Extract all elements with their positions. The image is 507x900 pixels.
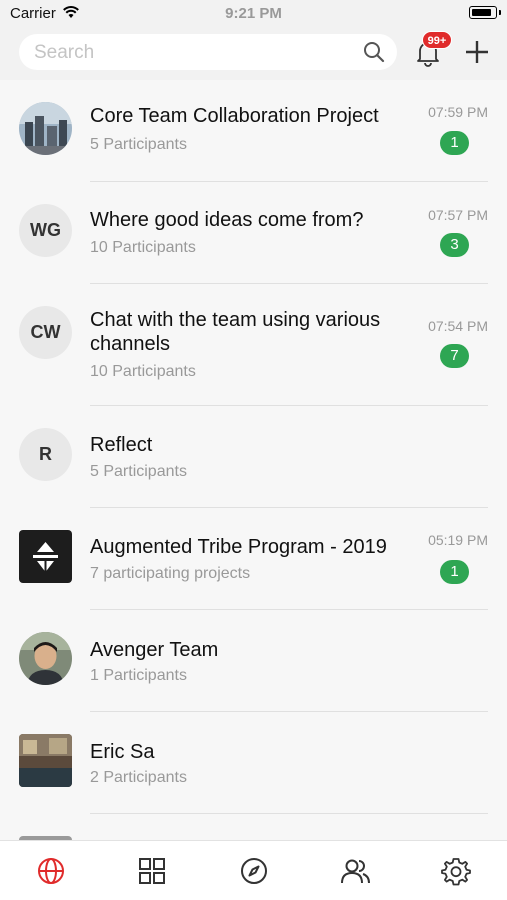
chat-title: Eric Sa bbox=[90, 741, 155, 763]
avatar bbox=[19, 102, 72, 155]
room-photo bbox=[19, 734, 72, 787]
chat-title: Core Team Collaboration Project bbox=[90, 105, 379, 127]
tribe-logo bbox=[19, 530, 72, 583]
chat-row[interactable]: Augmented Tribe Program - 2019 7 partici… bbox=[0, 508, 507, 610]
chat-subtitle: 10 Participants bbox=[90, 239, 196, 256]
search-input[interactable]: Search bbox=[19, 34, 397, 70]
battery-icon bbox=[469, 6, 497, 19]
chat-title: Reflect bbox=[90, 434, 153, 456]
chat-time: 07:59 PM bbox=[428, 104, 488, 120]
chat-row[interactable]: Avenger Team 1 Participants bbox=[0, 610, 507, 712]
avatar: WG bbox=[19, 204, 72, 257]
compass-icon bbox=[241, 858, 267, 884]
chat-subtitle: 1 Participants bbox=[90, 667, 187, 684]
avatar: CW bbox=[19, 306, 72, 359]
tab-people[interactable] bbox=[339, 855, 371, 887]
chat-list: Core Team Collaboration Project 5 Partic… bbox=[0, 80, 507, 840]
chat-time: 07:57 PM bbox=[428, 207, 488, 223]
people-icon bbox=[341, 859, 370, 884]
chat-subtitle: 5 Participants bbox=[90, 463, 187, 480]
unread-badge: 1 bbox=[440, 131, 469, 155]
top-bar: Search 99+ bbox=[0, 28, 507, 80]
chat-subtitle: 7 participating projects bbox=[90, 565, 251, 582]
unread-badge: 7 bbox=[440, 344, 469, 368]
chat-title: Augmented Tribe Program - 2019 bbox=[90, 536, 387, 558]
chat-time: 05:19 PM bbox=[428, 532, 488, 548]
chat-subtitle: 5 Participants bbox=[90, 136, 187, 153]
notification-badge: 99+ bbox=[422, 31, 452, 49]
tribe-logo-icon bbox=[33, 542, 58, 572]
chat-title: Chat with the team using various channel… bbox=[90, 309, 381, 355]
chat-row[interactable]: Eric Sa 2 Participants bbox=[0, 712, 507, 814]
search-placeholder: Search bbox=[34, 42, 95, 63]
avatar: R bbox=[19, 428, 72, 481]
battery-tip bbox=[499, 10, 501, 15]
chat-row[interactable]: Core Team Collaboration Project 5 Partic… bbox=[0, 80, 507, 182]
chat-title: Where good ideas come from? bbox=[90, 209, 364, 231]
tab-grid[interactable] bbox=[136, 855, 168, 887]
avatar bbox=[19, 632, 72, 685]
building-photo bbox=[19, 102, 72, 155]
globe-icon bbox=[38, 858, 64, 884]
person-photo bbox=[19, 632, 72, 685]
tab-compass[interactable] bbox=[238, 855, 270, 887]
avatar bbox=[19, 734, 72, 787]
gear-icon bbox=[441, 858, 471, 886]
chat-row[interactable] bbox=[0, 814, 507, 840]
chat-subtitle: 2 Participants bbox=[90, 769, 187, 786]
chat-subtitle: 10 Participants bbox=[90, 363, 196, 380]
tab-settings[interactable] bbox=[440, 855, 472, 887]
status-time: 9:21 PM bbox=[225, 5, 282, 22]
chat-row[interactable]: WG Where good ideas come from? 10 Partic… bbox=[0, 182, 507, 284]
chat-row[interactable]: R Reflect 5 Participants bbox=[0, 406, 507, 508]
unread-badge: 1 bbox=[440, 560, 469, 584]
unread-badge: 3 bbox=[440, 233, 469, 257]
chat-time: 07:54 PM bbox=[428, 318, 488, 334]
grid-icon bbox=[139, 858, 165, 884]
chat-row[interactable]: CW Chat with the team using various chan… bbox=[0, 284, 507, 406]
tab-globe[interactable] bbox=[35, 855, 67, 887]
tab-bar bbox=[0, 840, 507, 900]
status-bar: Carrier 9:21 PM bbox=[0, 0, 507, 28]
add-icon[interactable] bbox=[463, 38, 491, 66]
search-icon bbox=[364, 42, 385, 63]
chat-title: Avenger Team bbox=[90, 639, 219, 661]
